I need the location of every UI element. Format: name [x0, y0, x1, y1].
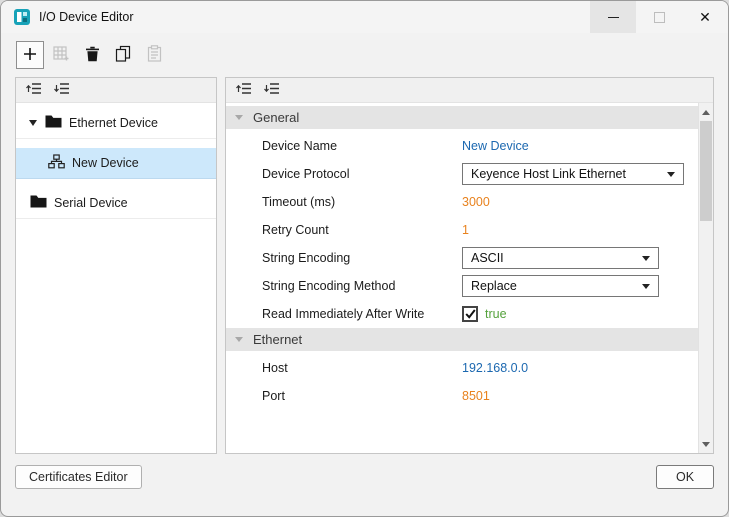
- dropdown-value: ASCII: [471, 251, 504, 265]
- port-value[interactable]: 8501: [462, 389, 490, 403]
- string-encoding-method-dropdown[interactable]: Replace: [462, 275, 659, 297]
- tree-item-label: Ethernet Device: [69, 116, 158, 130]
- folder-icon: [45, 115, 62, 131]
- device-protocol-dropdown[interactable]: Keyence Host Link Ethernet: [462, 163, 684, 185]
- timeout-value[interactable]: 3000: [462, 195, 490, 209]
- ok-button[interactable]: OK: [656, 465, 714, 489]
- read-immediately-checkbox[interactable]: [462, 306, 478, 322]
- minimize-button[interactable]: [590, 1, 636, 33]
- vertical-scrollbar[interactable]: [698, 103, 713, 453]
- io-device-editor-window: I/O Device Editor ✕: [0, 0, 729, 517]
- paste-button[interactable]: [140, 41, 168, 69]
- minimize-icon: [608, 17, 619, 18]
- chevron-down-icon: [642, 284, 650, 289]
- chevron-down-icon: [667, 172, 675, 177]
- dropdown-value: Replace: [471, 279, 517, 293]
- property-label: Device Name: [262, 139, 462, 153]
- tree-item-label: Serial Device: [54, 196, 128, 210]
- property-panel: General Device Name New Device Device Pr…: [225, 77, 714, 454]
- delete-icon: [85, 46, 100, 65]
- main-area: Ethernet Device New Device Serial Device: [1, 77, 728, 454]
- collapse-all-icon: [26, 82, 42, 98]
- checkbox-value: true: [485, 307, 507, 321]
- retry-count-value[interactable]: 1: [462, 223, 469, 237]
- property-label: String Encoding Method: [262, 279, 462, 293]
- maximize-button[interactable]: [636, 1, 682, 33]
- window-controls: ✕: [590, 1, 728, 33]
- property-label: Read Immediately After Write: [262, 307, 462, 321]
- add-icon: [22, 46, 38, 65]
- expand-all-button[interactable]: [264, 82, 280, 98]
- chevron-down-icon[interactable]: [28, 118, 38, 128]
- property-label: Device Protocol: [262, 167, 462, 181]
- chevron-down-icon: [235, 337, 243, 342]
- tree-panel-toolbar: [16, 78, 216, 103]
- group-label: Ethernet: [253, 332, 302, 347]
- certificates-editor-button[interactable]: Certificates Editor: [15, 465, 142, 489]
- group-header-general[interactable]: General: [226, 106, 698, 129]
- add-table-button[interactable]: [47, 41, 75, 69]
- device-hierarchy-icon: [48, 154, 65, 172]
- property-row-retry-count: Retry Count 1: [226, 216, 698, 244]
- property-label: Host: [262, 361, 462, 375]
- collapse-all-button[interactable]: [26, 82, 42, 98]
- paste-icon: [147, 45, 162, 65]
- property-label: Port: [262, 389, 462, 403]
- footer: Certificates Editor OK: [1, 454, 728, 516]
- scrollbar-thumb[interactable]: [700, 121, 712, 221]
- add-table-icon: [53, 46, 70, 64]
- property-label: Timeout (ms): [262, 195, 462, 209]
- property-grid: General Device Name New Device Device Pr…: [226, 103, 698, 453]
- collapse-all-icon: [236, 82, 252, 98]
- close-icon: ✕: [699, 10, 711, 24]
- chevron-down-icon: [235, 115, 243, 120]
- chevron-down-icon: [642, 256, 650, 261]
- scroll-down-icon[interactable]: [699, 437, 713, 451]
- expand-all-icon: [264, 82, 280, 98]
- copy-button[interactable]: [109, 41, 137, 69]
- property-row-timeout: Timeout (ms) 3000: [226, 188, 698, 216]
- device-tree-panel: Ethernet Device New Device Serial Device: [15, 77, 217, 454]
- expand-all-button[interactable]: [54, 82, 70, 98]
- device-tree: Ethernet Device New Device Serial Device: [16, 103, 216, 453]
- property-row-string-encoding-method: String Encoding Method Replace: [226, 272, 698, 300]
- host-value[interactable]: 192.168.0.0: [462, 361, 528, 375]
- tree-item-ethernet-device[interactable]: Ethernet Device: [16, 108, 216, 139]
- tree-item-new-device[interactable]: New Device: [16, 148, 216, 179]
- add-device-button[interactable]: [16, 41, 44, 69]
- titlebar: I/O Device Editor ✕: [1, 1, 728, 33]
- property-row-read-immediately: Read Immediately After Write true: [226, 300, 698, 328]
- maximize-icon: [654, 12, 665, 23]
- property-row-string-encoding: String Encoding ASCII: [226, 244, 698, 272]
- dropdown-value: Keyence Host Link Ethernet: [471, 167, 626, 181]
- property-label: String Encoding: [262, 251, 462, 265]
- app-icon: [14, 9, 30, 25]
- device-name-value[interactable]: New Device: [462, 139, 529, 153]
- copy-icon: [115, 45, 131, 65]
- property-row-host: Host 192.168.0.0: [226, 354, 698, 382]
- group-header-ethernet[interactable]: Ethernet: [226, 328, 698, 351]
- delete-button[interactable]: [78, 41, 106, 69]
- collapse-all-button[interactable]: [236, 82, 252, 98]
- group-label: General: [253, 110, 299, 125]
- property-label: Retry Count: [262, 223, 462, 237]
- string-encoding-dropdown[interactable]: ASCII: [462, 247, 659, 269]
- property-row-device-name: Device Name New Device: [226, 132, 698, 160]
- main-toolbar: [1, 33, 728, 77]
- tree-item-label: New Device: [72, 156, 139, 170]
- property-panel-toolbar: [226, 78, 713, 103]
- scroll-up-icon[interactable]: [699, 105, 713, 119]
- folder-icon: [30, 195, 47, 211]
- close-button[interactable]: ✕: [682, 1, 728, 33]
- expand-all-icon: [54, 82, 70, 98]
- property-row-port: Port 8501: [226, 382, 698, 410]
- window-title: I/O Device Editor: [39, 10, 133, 24]
- tree-item-serial-device[interactable]: Serial Device: [16, 188, 216, 219]
- property-row-device-protocol: Device Protocol Keyence Host Link Ethern…: [226, 160, 698, 188]
